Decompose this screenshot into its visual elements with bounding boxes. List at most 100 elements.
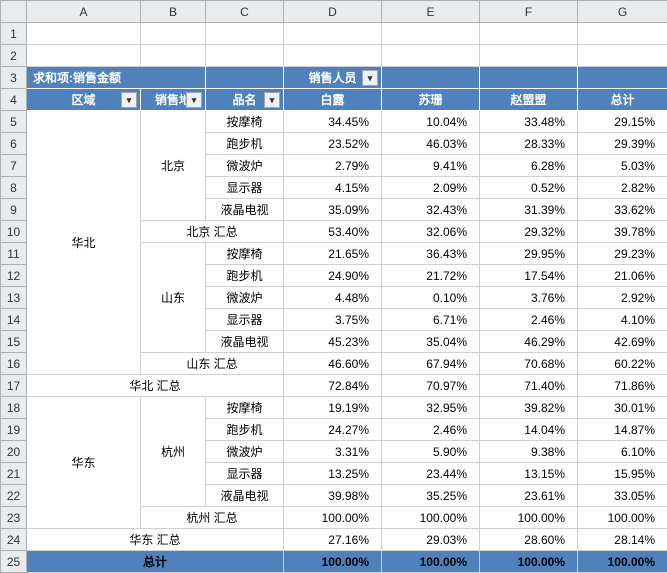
pivot-value-field-label[interactable]: 求和项:销售金额: [27, 67, 206, 89]
data-cell[interactable]: 71.40%: [480, 375, 578, 397]
cell[interactable]: [480, 23, 578, 45]
cell[interactable]: [27, 45, 141, 67]
cell[interactable]: [141, 23, 206, 45]
cell[interactable]: [284, 23, 382, 45]
data-cell[interactable]: 29.03%: [382, 529, 480, 551]
row-header-2[interactable]: 2: [1, 45, 27, 67]
data-cell[interactable]: 28.60%: [480, 529, 578, 551]
product-cell[interactable]: 微波炉: [206, 155, 284, 177]
product-cell[interactable]: 跑步机: [206, 419, 284, 441]
data-cell[interactable]: 29.23%: [578, 243, 667, 265]
row-header-25[interactable]: 25: [1, 551, 27, 573]
data-cell[interactable]: 14.04%: [480, 419, 578, 441]
data-cell[interactable]: 46.29%: [480, 331, 578, 353]
grand-total-label[interactable]: 总计: [27, 551, 284, 573]
data-cell[interactable]: 35.09%: [284, 199, 382, 221]
region-huabei[interactable]: 华北: [27, 111, 141, 375]
data-cell[interactable]: 35.04%: [382, 331, 480, 353]
data-cell[interactable]: 33.05%: [578, 485, 667, 507]
row-header-17[interactable]: 17: [1, 375, 27, 397]
data-cell[interactable]: 6.28%: [480, 155, 578, 177]
data-cell[interactable]: 34.45%: [284, 111, 382, 133]
data-cell[interactable]: 14.87%: [578, 419, 667, 441]
data-cell[interactable]: 29.15%: [578, 111, 667, 133]
data-cell[interactable]: 70.68%: [480, 353, 578, 375]
data-cell[interactable]: 33.62%: [578, 199, 667, 221]
row-header-6[interactable]: 6: [1, 133, 27, 155]
data-cell[interactable]: 100.00%: [578, 507, 667, 529]
product-cell[interactable]: 显示器: [206, 463, 284, 485]
data-cell[interactable]: 100.00%: [382, 507, 480, 529]
data-cell[interactable]: 42.69%: [578, 331, 667, 353]
product-cell[interactable]: 液晶电视: [206, 199, 284, 221]
cell[interactable]: [382, 23, 480, 45]
data-cell[interactable]: 10.04%: [382, 111, 480, 133]
data-cell[interactable]: 2.46%: [382, 419, 480, 441]
data-cell[interactable]: 39.78%: [578, 221, 667, 243]
data-cell[interactable]: 100.00%: [480, 507, 578, 529]
grand-total-cell[interactable]: 100.00%: [480, 551, 578, 573]
data-cell[interactable]: 0.10%: [382, 287, 480, 309]
col-header-E[interactable]: E: [382, 1, 480, 23]
row-header-16[interactable]: 16: [1, 353, 27, 375]
data-cell[interactable]: 32.43%: [382, 199, 480, 221]
col-header-A[interactable]: A: [27, 1, 141, 23]
col-total[interactable]: 总计: [578, 89, 667, 111]
grand-total-cell[interactable]: 100.00%: [382, 551, 480, 573]
cell[interactable]: [382, 45, 480, 67]
loc-shandong[interactable]: 山东: [141, 243, 206, 353]
subtotal-shandong[interactable]: 山东 汇总: [141, 353, 284, 375]
data-cell[interactable]: 32.95%: [382, 397, 480, 419]
product-cell[interactable]: 按摩椅: [206, 111, 284, 133]
cell[interactable]: [141, 45, 206, 67]
cell[interactable]: [284, 45, 382, 67]
data-cell[interactable]: 21.65%: [284, 243, 382, 265]
product-cell[interactable]: 跑步机: [206, 265, 284, 287]
col-header-B[interactable]: B: [141, 1, 206, 23]
data-cell[interactable]: 60.22%: [578, 353, 667, 375]
subtotal-beijing[interactable]: 北京 汇总: [141, 221, 284, 243]
data-cell[interactable]: 4.10%: [578, 309, 667, 331]
select-all-corner[interactable]: [1, 1, 27, 23]
data-cell[interactable]: 72.84%: [284, 375, 382, 397]
data-cell[interactable]: 23.52%: [284, 133, 382, 155]
col-sushan[interactable]: 苏珊: [382, 89, 480, 111]
data-cell[interactable]: 39.82%: [480, 397, 578, 419]
data-cell[interactable]: 30.01%: [578, 397, 667, 419]
grand-total-cell[interactable]: 100.00%: [578, 551, 667, 573]
data-cell[interactable]: 31.39%: [480, 199, 578, 221]
data-cell[interactable]: 53.40%: [284, 221, 382, 243]
row-header-13[interactable]: 13: [1, 287, 27, 309]
data-cell[interactable]: 2.79%: [284, 155, 382, 177]
data-cell[interactable]: 23.44%: [382, 463, 480, 485]
cell[interactable]: [206, 23, 284, 45]
data-cell[interactable]: 13.15%: [480, 463, 578, 485]
data-cell[interactable]: 19.19%: [284, 397, 382, 419]
cell[interactable]: [578, 45, 667, 67]
product-cell[interactable]: 按摩椅: [206, 397, 284, 419]
row-header-11[interactable]: 11: [1, 243, 27, 265]
row-header-23[interactable]: 23: [1, 507, 27, 529]
data-cell[interactable]: 21.72%: [382, 265, 480, 287]
product-cell[interactable]: 跑步机: [206, 133, 284, 155]
row-header-1[interactable]: 1: [1, 23, 27, 45]
product-cell[interactable]: 显示器: [206, 177, 284, 199]
data-cell[interactable]: 29.32%: [480, 221, 578, 243]
data-cell[interactable]: 0.52%: [480, 177, 578, 199]
data-cell[interactable]: 39.98%: [284, 485, 382, 507]
cell[interactable]: [480, 45, 578, 67]
data-cell[interactable]: 17.54%: [480, 265, 578, 287]
data-cell[interactable]: 33.48%: [480, 111, 578, 133]
data-cell[interactable]: 46.03%: [382, 133, 480, 155]
row-header-9[interactable]: 9: [1, 199, 27, 221]
subtotal-hangzhou[interactable]: 杭州 汇总: [141, 507, 284, 529]
cell[interactable]: [578, 23, 667, 45]
data-cell[interactable]: 3.31%: [284, 441, 382, 463]
row-header-3[interactable]: 3: [1, 67, 27, 89]
row-header-14[interactable]: 14: [1, 309, 27, 331]
data-cell[interactable]: 2.09%: [382, 177, 480, 199]
data-cell[interactable]: 2.82%: [578, 177, 667, 199]
row-header-8[interactable]: 8: [1, 177, 27, 199]
row-header-4[interactable]: 4: [1, 89, 27, 111]
pivot-region-dropdown[interactable]: 区域: [27, 89, 141, 111]
